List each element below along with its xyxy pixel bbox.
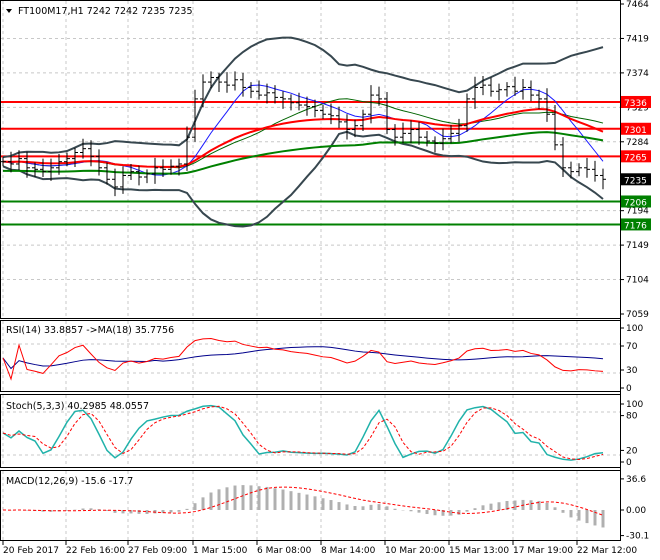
macd-tick-label: 36.6 bbox=[626, 475, 646, 485]
time-tick-label: 1 Mar 15:00 bbox=[193, 546, 248, 556]
time-tick-label: 8 Mar 14:00 bbox=[321, 546, 376, 556]
price-tick-label: 7374 bbox=[626, 69, 649, 79]
rsi-tick-label: 0 bbox=[626, 384, 632, 394]
grid-lines bbox=[1, 1, 620, 540]
price-tick-label: 7464 bbox=[626, 0, 649, 10]
price-plot bbox=[0, 36, 606, 228]
rsi-tick-label: 100 bbox=[626, 324, 643, 334]
stoch-tick-label: 20 bbox=[626, 446, 638, 456]
price-tick-label: 7419 bbox=[626, 34, 649, 44]
current-price-label: 7235 bbox=[624, 176, 647, 186]
level-tag-label: 7336 bbox=[624, 99, 647, 109]
price-tick-label: 7149 bbox=[626, 241, 649, 251]
time-tick-label: 22 Mar 12:00 bbox=[577, 546, 637, 556]
stoch-tick-label: 0 bbox=[626, 458, 632, 468]
price-tick-label: 7059 bbox=[626, 310, 649, 320]
time-tick-label: 27 Feb 09:00 bbox=[128, 546, 187, 556]
dropdown-triangle-icon[interactable] bbox=[6, 9, 12, 13]
time-tick-label: 20 Feb 2017 bbox=[3, 546, 59, 556]
macd-title: MACD(12,26,9) -15.6 -17.7 bbox=[6, 476, 133, 487]
time-tick-label: 17 Mar 19:00 bbox=[513, 546, 573, 556]
symbol-header: FT100M17,H1 7242 7242 7235 7235 bbox=[18, 6, 193, 17]
trading-chart: FT100M17,H1 7242 7242 7235 7235 RSI(14) … bbox=[0, 0, 651, 556]
rsi-tick-label: 30 bbox=[626, 366, 638, 376]
level-tag-label: 7206 bbox=[624, 198, 647, 208]
macd-tick-label: -30.1 bbox=[626, 532, 649, 542]
level-tag-label: 7301 bbox=[624, 126, 647, 136]
main-panel-frame bbox=[0, 0, 621, 319]
stoch-tick-label: 80 bbox=[626, 412, 638, 422]
time-tick-label: 15 Mar 13:00 bbox=[449, 546, 509, 556]
rsi-tick-label: 70 bbox=[626, 342, 638, 352]
macd-tick-label: 0.00 bbox=[626, 506, 646, 516]
time-tick-label: 6 Mar 08:00 bbox=[257, 546, 312, 556]
level-tag-label: 7176 bbox=[624, 221, 647, 231]
time-axis: 20 Feb 2017 22 Feb 16:00 27 Feb 09:00 1 Mar… bbox=[2, 541, 637, 556]
price-axis: 7464741973747329728472357194714971047059… bbox=[620, 0, 651, 542]
time-tick-label: 22 Feb 16:00 bbox=[66, 546, 125, 556]
stoch-title: Stoch(5,3,3) 40.2985 48.0557 bbox=[6, 401, 149, 412]
level-tag-label: 7265 bbox=[624, 153, 647, 163]
price-tick-label: 7104 bbox=[626, 276, 649, 286]
stoch-tick-label: 100 bbox=[626, 400, 643, 410]
rsi-title: RSI(14) 33.8857 ->MA(18) 35.7756 bbox=[6, 325, 174, 336]
price-tick-label: 7284 bbox=[626, 138, 649, 148]
time-tick-label: 10 Mar 20:00 bbox=[385, 546, 445, 556]
